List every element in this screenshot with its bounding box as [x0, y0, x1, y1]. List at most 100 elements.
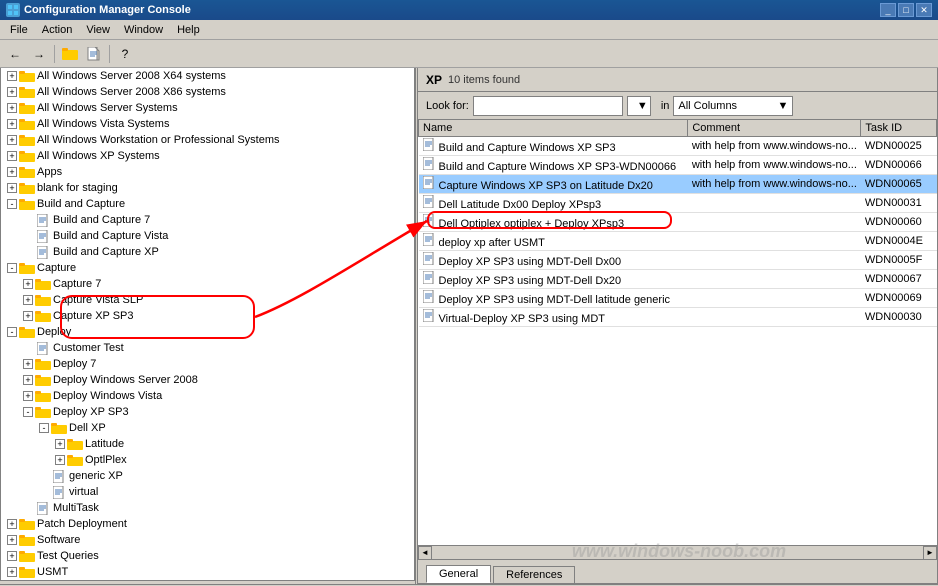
back-button[interactable]: ←: [4, 43, 26, 65]
tree-item[interactable]: +Deploy Windows Vista: [1, 388, 414, 404]
table-row[interactable]: Build and Capture Windows XP SP3 with he…: [419, 137, 937, 156]
tree-expand[interactable]: -: [7, 263, 17, 273]
search-input[interactable]: [473, 96, 623, 116]
tree-expand[interactable]: +: [7, 551, 17, 561]
close-button[interactable]: ✕: [916, 3, 932, 17]
col-taskid[interactable]: Task ID: [861, 120, 937, 137]
tree-item[interactable]: generic XP: [1, 468, 414, 484]
tree-expand[interactable]: +: [7, 167, 17, 177]
tree-label: Deploy: [37, 326, 71, 338]
xp-label: XP: [426, 73, 442, 87]
tree-item[interactable]: + All Windows Workstation or Professional…: [1, 132, 414, 148]
tree-item[interactable]: Customer Test: [1, 340, 414, 356]
tree-item[interactable]: Build and Capture XP: [1, 244, 414, 260]
table-row[interactable]: Virtual-Deploy XP SP3 using MDT WDN00030: [419, 308, 937, 327]
tree-item[interactable]: +All Windows Server 2008 X64 systems: [1, 68, 414, 84]
tree-expand[interactable]: +: [23, 311, 33, 321]
menu-view[interactable]: View: [80, 22, 116, 38]
table-row[interactable]: Deploy XP SP3 using MDT-Dell Dx20 WDN000…: [419, 270, 937, 289]
tree-expand[interactable]: +: [55, 439, 65, 449]
table-row[interactable]: Deploy XP SP3 using MDT-Dell latitude ge…: [419, 289, 937, 308]
tree-expand[interactable]: +: [7, 119, 17, 129]
table-row[interactable]: Dell Latitude Dx00 Deploy XPsp3 WDN00031: [419, 194, 937, 213]
table-row[interactable]: Deploy XP SP3 using MDT-Dell Dx00 WDN000…: [419, 251, 937, 270]
main-content: +All Windows Server 2008 X64 systems+All…: [0, 68, 938, 584]
table-header: Name Comment Task ID: [419, 120, 937, 137]
tree-item[interactable]: +All Windows Vista Systems: [1, 116, 414, 132]
tree-expand[interactable]: -: [7, 199, 17, 209]
tree-expand[interactable]: +: [7, 151, 17, 161]
tree-expand[interactable]: -: [7, 327, 17, 337]
tree-item[interactable]: - Deploy: [1, 324, 414, 340]
tree-expand[interactable]: +: [7, 87, 17, 97]
search-dropdown[interactable]: ▼: [627, 96, 651, 116]
tree-item[interactable]: +Software: [1, 532, 414, 548]
cell-taskid: WDN00066: [861, 156, 937, 175]
tree-item[interactable]: +Deploy 7: [1, 356, 414, 372]
table-row[interactable]: deploy xp after USMT WDN0004E: [419, 232, 937, 251]
cell-taskid: WDN00025: [861, 137, 937, 156]
tree-label: All Windows Workstation or Professional …: [37, 134, 280, 146]
tab-references[interactable]: References: [493, 566, 575, 583]
minimize-button[interactable]: _: [880, 3, 896, 17]
tree-item[interactable]: +All Windows Server Systems: [1, 100, 414, 116]
tree-expand[interactable]: +: [7, 535, 17, 545]
tree-item[interactable]: +Capture Vista SLP: [1, 292, 414, 308]
tree-item[interactable]: -Deploy XP SP3: [1, 404, 414, 420]
menu-window[interactable]: Window: [118, 22, 169, 38]
tree-item[interactable]: MultiTask: [1, 500, 414, 516]
maximize-button[interactable]: □: [898, 3, 914, 17]
tree-item[interactable]: +OptlPlex: [1, 452, 414, 468]
menu-help[interactable]: Help: [171, 22, 206, 38]
tree-item[interactable]: -Capture: [1, 260, 414, 276]
table-row[interactable]: Capture Windows XP SP3 on Latitude Dx20 …: [419, 175, 937, 194]
tree-expand[interactable]: +: [23, 391, 33, 401]
table-row[interactable]: Build and Capture Windows XP SP3-WDN0006…: [419, 156, 937, 175]
tree-expand[interactable]: +: [55, 455, 65, 465]
tree-expand[interactable]: -: [23, 407, 33, 417]
tree-panel-inner[interactable]: +All Windows Server 2008 X64 systems+All…: [0, 68, 415, 581]
tree-item[interactable]: virtual: [1, 484, 414, 500]
tree-expand[interactable]: -: [39, 423, 49, 433]
tree-item[interactable]: -Build and Capture: [1, 196, 414, 212]
doc-button[interactable]: [83, 43, 105, 65]
menu-file[interactable]: File: [4, 22, 34, 38]
tree-item[interactable]: +Test Queries: [1, 548, 414, 564]
tree-expand[interactable]: +: [7, 103, 17, 113]
tree-expand[interactable]: +: [23, 279, 33, 289]
menu-action[interactable]: Action: [36, 22, 79, 38]
tree-expand[interactable]: +: [7, 183, 17, 193]
tree-item[interactable]: Build and Capture Vista: [1, 228, 414, 244]
tree-label: virtual: [69, 486, 98, 498]
tree-expand[interactable]: +: [7, 567, 17, 577]
tree-item[interactable]: +USMT: [1, 564, 414, 580]
tree-item[interactable]: + Latitude: [1, 436, 414, 452]
tree-expand[interactable]: +: [23, 359, 33, 369]
help-button[interactable]: ?: [114, 43, 136, 65]
tree-item[interactable]: +All Windows Server 2008 X86 systems: [1, 84, 414, 100]
tree-expand[interactable]: +: [7, 71, 17, 81]
tree-item[interactable]: +Patch Deployment: [1, 516, 414, 532]
tree-item[interactable]: +Apps: [1, 164, 414, 180]
columns-dropdown[interactable]: All Columns ▼: [673, 96, 793, 116]
tree-item[interactable]: Build and Capture 7: [1, 212, 414, 228]
tree-item[interactable]: +blank for staging: [1, 180, 414, 196]
tree-label: Latitude: [85, 438, 124, 450]
forward-button[interactable]: →: [28, 43, 50, 65]
h-scroll-right[interactable]: ►: [923, 546, 937, 560]
tree-expand[interactable]: +: [23, 295, 33, 305]
tab-general[interactable]: General: [426, 565, 491, 583]
tree-item[interactable]: -Dell XP: [1, 420, 414, 436]
table-row[interactable]: Dell Optiplex optiplex + Deploy XPsp3 WD…: [419, 213, 937, 232]
tree-item[interactable]: +Capture 7: [1, 276, 414, 292]
folder-button[interactable]: [59, 43, 81, 65]
col-comment[interactable]: Comment: [688, 120, 861, 137]
tree-expand[interactable]: +: [7, 135, 17, 145]
tree-item[interactable]: +All Windows XP Systems: [1, 148, 414, 164]
h-scroll-left[interactable]: ◄: [418, 546, 432, 560]
tree-expand[interactable]: +: [7, 519, 17, 529]
tree-expand[interactable]: +: [23, 375, 33, 385]
tree-item[interactable]: +Capture XP SP3: [1, 308, 414, 324]
tree-item[interactable]: +Deploy Windows Server 2008: [1, 372, 414, 388]
col-name[interactable]: Name: [419, 120, 688, 137]
